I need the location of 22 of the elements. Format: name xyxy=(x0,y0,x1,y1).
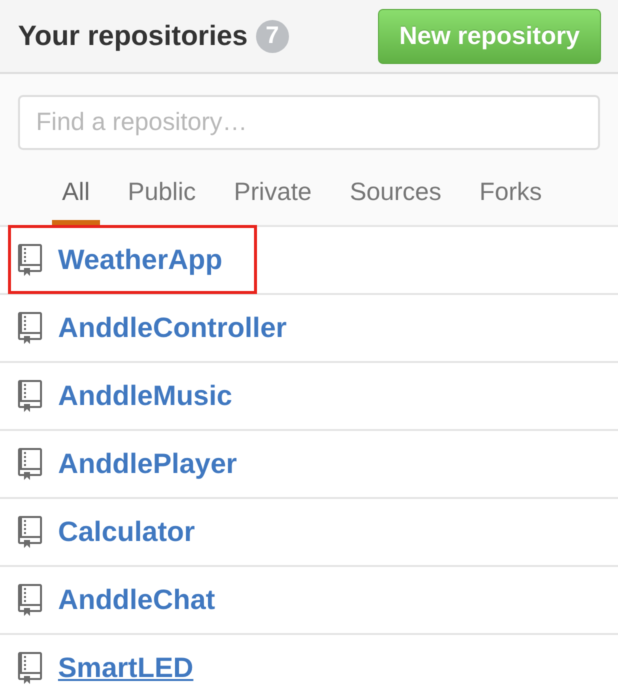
filter-tab[interactable]: Sources xyxy=(340,160,452,225)
repository-link[interactable]: AnddleController xyxy=(58,312,287,344)
repository-link[interactable]: AnddleChat xyxy=(58,584,216,616)
filter-tab[interactable]: All xyxy=(52,160,100,225)
count-badge: 7 xyxy=(256,20,289,52)
book-icon xyxy=(18,652,42,684)
filter-tab[interactable]: Forks xyxy=(469,160,552,225)
filter-tab[interactable]: Public xyxy=(118,160,206,225)
book-icon xyxy=(18,448,42,480)
repository-link[interactable]: AnddleMusic xyxy=(58,380,232,412)
book-icon xyxy=(18,584,42,616)
book-icon xyxy=(18,312,42,344)
filter-tab[interactable]: Private xyxy=(224,160,322,225)
book-icon xyxy=(18,516,42,548)
book-icon xyxy=(18,380,42,412)
repository-link[interactable]: SmartLED xyxy=(58,652,194,684)
search-field[interactable]: Find a repository… xyxy=(18,95,600,150)
repository-link[interactable]: Calculator xyxy=(58,516,195,548)
section-title: Your repositories xyxy=(18,20,248,52)
book-icon xyxy=(18,244,42,276)
repository-link[interactable]: AnddlePlayer xyxy=(58,448,237,480)
repository-link[interactable]: WeatherApp xyxy=(58,244,222,276)
